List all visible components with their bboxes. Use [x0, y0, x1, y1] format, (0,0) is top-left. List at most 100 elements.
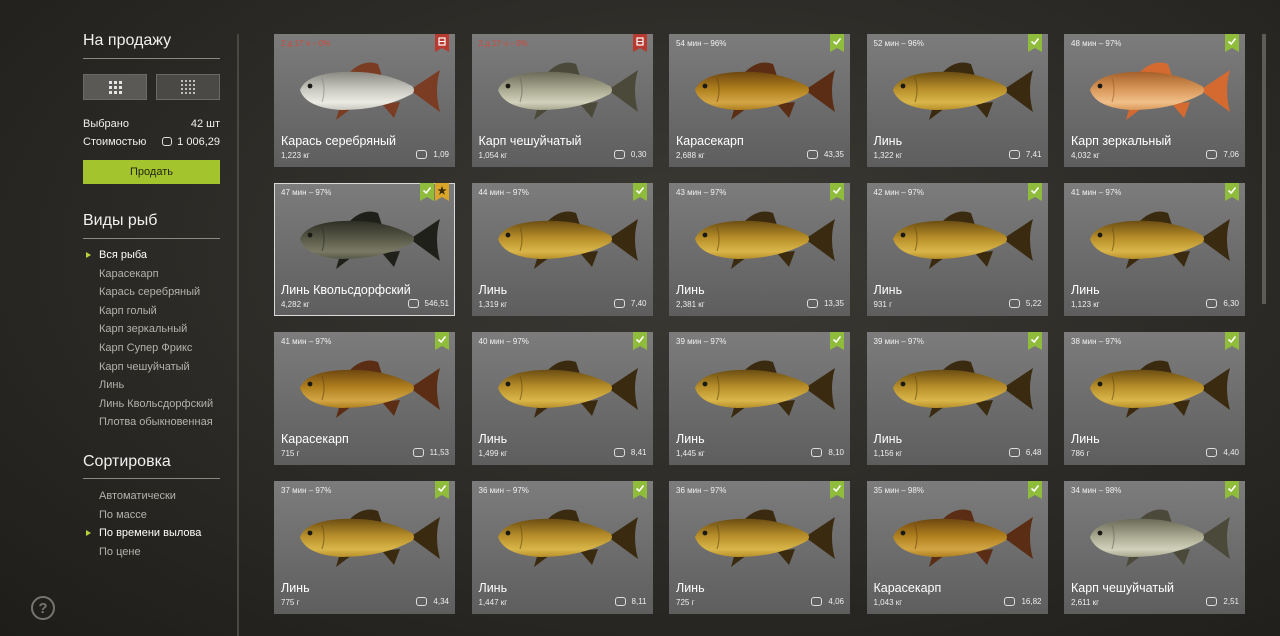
catch-time: 35 мин – 98%	[873, 486, 924, 495]
fish-name: Линь	[873, 283, 903, 297]
fish-name: Карасекарп	[676, 134, 744, 148]
price-value: 2,51	[1223, 597, 1239, 606]
silver-coin-icon	[1206, 299, 1218, 308]
silver-coin-icon	[811, 597, 823, 606]
small-grid-view-button[interactable]	[156, 74, 220, 100]
fish-image	[300, 211, 440, 269]
fish-name: Линь	[478, 432, 508, 446]
fish-card[interactable]: 2 д 17 ч – 0% Карась серебряный 1,223 кг…	[274, 34, 455, 167]
price-value: 5,22	[1025, 299, 1042, 308]
cost-row: Стоимостью 1 006,29	[83, 136, 220, 148]
sidebar: На продажу Выбрано 42 шт Стоимостью 1 00…	[0, 0, 240, 636]
catch-time: 54 мин – 96%	[676, 39, 727, 48]
species-filter-item[interactable]: Карп чешуйчатый	[85, 358, 213, 377]
fish-card[interactable]: 35 мин – 98% Карасекарп 1,043 кг 16,82	[866, 481, 1048, 614]
catch-time: 38 мин – 97%	[1071, 337, 1122, 346]
species-filter-list: Вся рыба Карасекарп Карась серебряный Карп …	[85, 246, 213, 432]
catch-time: 2 д 17 ч – 0%	[281, 39, 331, 48]
fish-name: Линь	[873, 432, 903, 446]
fish-card[interactable]: 40 мин – 97% Линь 1,499 кг 8,41	[471, 332, 653, 465]
species-filter-item[interactable]: Линь	[85, 376, 213, 395]
species-filter-item[interactable]: Карп зеркальный	[85, 320, 213, 339]
fish-weight: 2,381 кг	[676, 300, 705, 309]
fish-weight: 1,322 кг	[873, 151, 903, 160]
fish-weight: 725 г	[676, 598, 695, 607]
fish-weight: 775 г	[281, 598, 300, 607]
species-filter-item[interactable]: Карась серебряный	[85, 283, 213, 302]
catch-time: 2 д 17 ч – 0%	[478, 39, 528, 48]
fish-card[interactable]: 34 мин – 98% Карп чешуйчатый 2,611 кг 2,…	[1064, 481, 1245, 614]
catch-time: 36 мин – 97%	[676, 486, 727, 495]
species-filter-item[interactable]: Карп голый	[85, 302, 213, 321]
sort-option-item[interactable]: По времени вылова	[85, 524, 201, 543]
catch-time: 47 мин – 97%	[281, 188, 332, 197]
fish-image	[497, 62, 638, 120]
price-value: 43,35	[823, 150, 844, 159]
species-filter-item[interactable]: Линь Квольсдорфский	[85, 395, 213, 414]
sell-button[interactable]: Продать	[83, 160, 220, 184]
fish-card[interactable]: 38 мин – 97% Линь 786 г 4,40	[1064, 332, 1245, 465]
fish-price: 0,30	[613, 150, 647, 159]
fish-price: 43,35	[806, 150, 844, 159]
fish-card[interactable]: 44 мин – 97% Линь 1,319 кг 7,40	[471, 183, 653, 316]
fish-card[interactable]: 41 мин – 97% Карасекарп 715 г 11,53	[274, 332, 455, 465]
fish-card[interactable]: 39 мин – 97% Линь 1,445 кг 8,10	[669, 332, 850, 465]
fish-card[interactable]: 37 мин – 97% Линь 775 г 4,34	[274, 481, 455, 614]
species-filter-item[interactable]: Плотва обыкновенная	[85, 413, 213, 432]
price-value: 6,48	[1025, 448, 1042, 457]
silver-coin-icon	[613, 448, 625, 457]
price-value: 0,30	[630, 150, 647, 159]
fish-weight: 1,445 кг	[676, 449, 705, 458]
fish-price: 16,82	[1004, 597, 1042, 606]
price-value: 7,40	[630, 299, 647, 308]
sort-option-item[interactable]: По массе	[85, 506, 201, 525]
fish-card[interactable]: 39 мин – 97% Линь 1,156 кг 6,48	[866, 332, 1048, 465]
silver-coin-icon	[407, 299, 419, 308]
sort-option-item[interactable]: Автоматически	[85, 487, 201, 506]
species-filter-item[interactable]: Карп Супер Фрикс	[85, 339, 213, 358]
fish-card[interactable]: 36 мин – 97% Линь 1,447 кг 8,11	[471, 481, 653, 614]
species-filter-item[interactable]: Карасекарп	[85, 265, 213, 284]
fish-card[interactable]: 42 мин – 97% Линь 931 г 5,22	[866, 183, 1048, 316]
fish-price: 7,40	[613, 299, 647, 308]
fish-card[interactable]: 48 мин – 97% Карп зеркальный 4,032 кг 7,…	[1064, 34, 1245, 167]
fish-card[interactable]: 2 д 17 ч – 0% Карп чешуйчатый 1,054 кг 0…	[471, 34, 653, 167]
silver-coin-icon	[416, 597, 428, 606]
catch-time: 41 мин – 97%	[1071, 188, 1122, 197]
fish-name: Линь	[873, 134, 903, 148]
sale-title: На продажу	[83, 32, 172, 49]
fish-name: Линь	[676, 432, 705, 446]
fish-image	[695, 211, 835, 269]
fish-card[interactable]: 36 мин – 97% Линь 725 г 4,06	[669, 481, 850, 614]
fish-price: 4,06	[811, 597, 844, 606]
catch-time: 34 мин – 98%	[1071, 486, 1122, 495]
fish-price: 5,22	[1008, 299, 1042, 308]
fish-card[interactable]: 47 мин – 97% Линь Квольсдорфский 4,282 к…	[274, 183, 455, 316]
large-grid-view-button[interactable]	[83, 74, 147, 100]
fish-weight: 2,688 кг	[676, 151, 705, 160]
help-icon[interactable]: ?	[31, 596, 55, 620]
scrollbar[interactable]	[1262, 34, 1266, 304]
fish-image	[300, 62, 440, 120]
fish-price: 8,41	[613, 448, 647, 457]
fish-image	[497, 509, 638, 567]
fish-card[interactable]: 41 мин – 97% Линь 1,123 кг 6,30	[1064, 183, 1245, 316]
sort-option-item[interactable]: По цене	[85, 543, 201, 562]
price-value: 4,40	[1223, 448, 1239, 457]
species-filter-item[interactable]: Вся рыба	[85, 246, 213, 265]
fish-image	[695, 509, 835, 567]
fish-price: 4,40	[1206, 448, 1239, 457]
fish-card[interactable]: 54 мин – 96% Карасекарп 2,688 кг 43,35	[669, 34, 850, 167]
fish-price: 7,06	[1206, 150, 1239, 159]
fish-card[interactable]: 43 мин – 97% Линь 2,381 кг 13,35	[669, 183, 850, 316]
fish-price: 13,35	[806, 299, 844, 308]
catch-time: 43 мин – 97%	[676, 188, 727, 197]
silver-coin-icon	[1206, 597, 1218, 606]
catch-time: 37 мин – 97%	[281, 486, 332, 495]
silver-coin-icon	[806, 150, 818, 159]
species-title: Виды рыб	[83, 212, 158, 229]
fish-card[interactable]: 52 мин – 96% Линь 1,322 кг 7,41	[866, 34, 1048, 167]
fish-price: 546,51	[407, 299, 449, 308]
silver-coin-icon	[162, 137, 173, 146]
fish-name: Карасекарп	[281, 432, 349, 446]
